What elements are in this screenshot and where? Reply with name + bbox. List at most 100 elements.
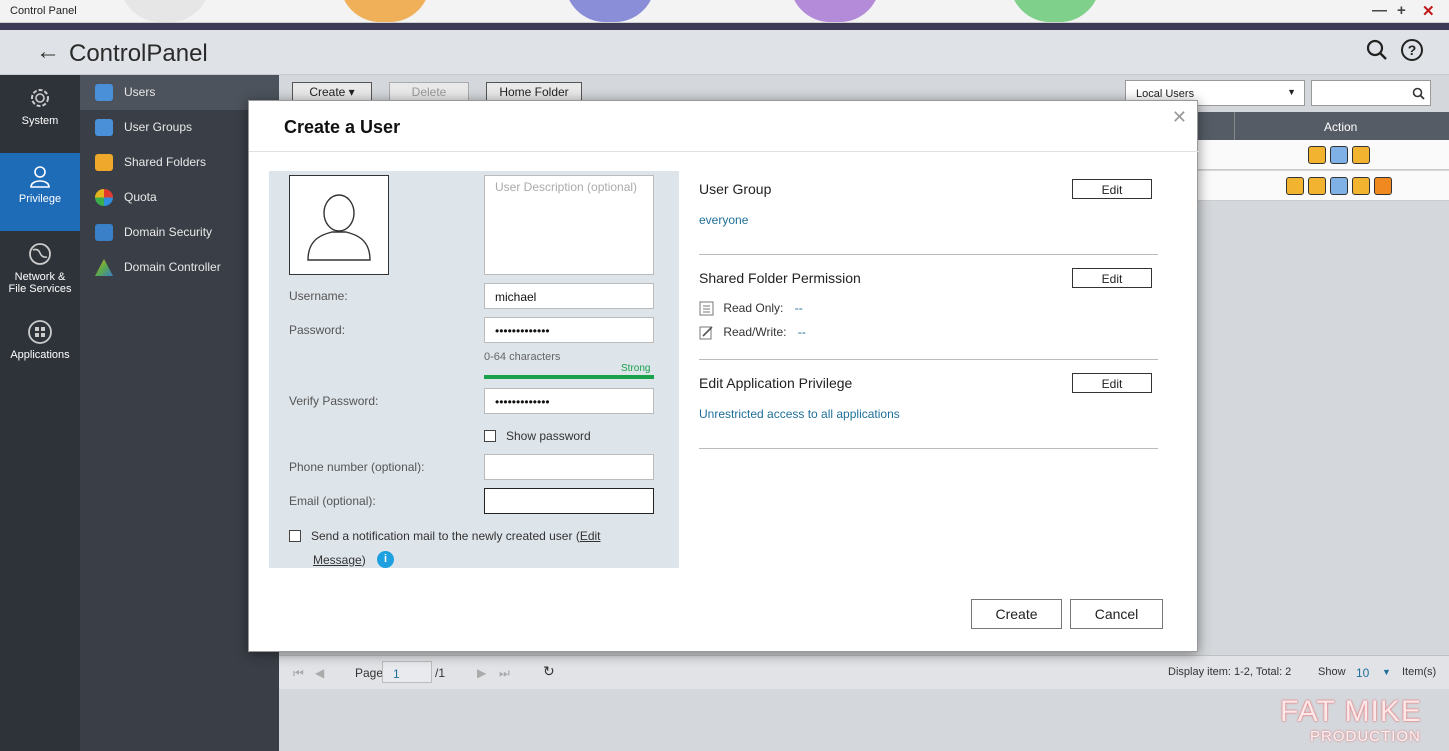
- verify-password-label: Verify Password:: [289, 394, 378, 408]
- avatar[interactable]: [289, 175, 389, 275]
- minimize-icon[interactable]: —: [1372, 2, 1387, 19]
- maximize-icon[interactable]: +: [1397, 2, 1406, 19]
- prev-page-icon[interactable]: ◀: [315, 666, 324, 680]
- notify-label: Send a notification mail to the newly cr…: [311, 529, 601, 543]
- shared-folder-edit-button[interactable]: Edit: [1072, 268, 1152, 288]
- subnav-item-label: Users: [124, 85, 155, 99]
- dock-app-bubble[interactable]: [120, 0, 210, 22]
- back-arrow-icon[interactable]: ←: [36, 38, 60, 66]
- user-description-input[interactable]: User Description (optional): [484, 175, 654, 275]
- document-icon: [699, 301, 714, 316]
- app-header: ← ControlPanel ?: [0, 30, 1449, 75]
- shared-folder-title: Shared Folder Permission: [699, 270, 861, 286]
- page-total: /1: [435, 666, 445, 680]
- show-password-label: Show password: [506, 429, 591, 443]
- edit-message-link[interactable]: Edit: [580, 529, 601, 543]
- cancel-button[interactable]: Cancel: [1070, 599, 1163, 629]
- read-write-value: --: [798, 325, 806, 339]
- sidebar-item-network[interactable]: Network &File Services: [0, 231, 80, 309]
- app-privilege-edit-button[interactable]: Edit: [1072, 373, 1152, 393]
- subnav-item-label: Quota: [124, 190, 157, 204]
- user-group-value[interactable]: everyone: [699, 213, 748, 227]
- user-type-select-value: Local Users: [1136, 88, 1194, 100]
- key-icon[interactable]: [1286, 177, 1304, 195]
- page-title: ControlPanel: [69, 40, 208, 68]
- app-privilege-icon[interactable]: [1374, 177, 1392, 195]
- read-only-value: --: [795, 301, 803, 315]
- chevron-down-icon[interactable]: ▼: [1382, 667, 1391, 677]
- phone-input[interactable]: [484, 454, 654, 480]
- table-row[interactable]: [1198, 171, 1449, 201]
- home-folder-button[interactable]: Home Folder: [486, 82, 582, 101]
- table-row[interactable]: [1198, 140, 1449, 170]
- info-icon[interactable]: i: [377, 551, 394, 568]
- close-icon[interactable]: ✕: [1422, 2, 1435, 20]
- pagination-bar: ⏮ ◀ Page 1 /1 ▶ ⏭ ↻ Display item: 1-2, T…: [279, 655, 1449, 689]
- sidebar-item-label: Privilege: [19, 193, 61, 205]
- dock-app-bubble[interactable]: [790, 0, 880, 22]
- username-input[interactable]: michael: [484, 283, 654, 309]
- help-icon[interactable]: ?: [1400, 38, 1424, 62]
- create-dropdown-button[interactable]: Create ▾: [292, 82, 372, 101]
- table-header: Action: [1198, 112, 1449, 140]
- password-input[interactable]: •••••••••••••: [484, 317, 654, 343]
- dialog-title: Create a User: [284, 117, 400, 138]
- pie-icon: [95, 189, 113, 206]
- page-number-input[interactable]: 1: [382, 661, 432, 683]
- read-only-row: Read Only: --: [699, 301, 803, 316]
- notify-label-continued: Message): [313, 553, 366, 567]
- search-icon[interactable]: [1365, 38, 1389, 62]
- action-column-header: Action: [1324, 120, 1357, 134]
- dock-app-bubble[interactable]: [565, 0, 655, 22]
- verify-password-input[interactable]: •••••••••••••: [484, 388, 654, 414]
- subnav-item-label: Shared Folders: [124, 155, 206, 169]
- sidebar-item-applications[interactable]: Applications: [0, 309, 80, 387]
- folder-icon: [95, 154, 113, 171]
- watermark-logo-subtitle: PRODUCTION: [1310, 728, 1421, 745]
- email-input[interactable]: [484, 488, 654, 514]
- sidebar-item-label: Applications: [10, 349, 69, 361]
- grid-icon: [27, 319, 53, 345]
- edit-icon[interactable]: [1308, 146, 1326, 164]
- first-page-icon[interactable]: ⏮: [293, 666, 304, 681]
- sidebar-item-privilege[interactable]: Privilege: [0, 153, 80, 231]
- page-label: Page: [355, 666, 383, 680]
- dock-app-bubble[interactable]: [340, 0, 430, 22]
- folder-permission-icon[interactable]: [1352, 146, 1370, 164]
- gear-icon: [27, 85, 53, 111]
- app-privilege-value[interactable]: Unrestricted access to all applications: [699, 407, 900, 421]
- user-icon: [27, 163, 53, 189]
- notify-checkbox[interactable]: [289, 530, 301, 542]
- read-only-label: Read Only:: [723, 301, 783, 315]
- password-label: Password:: [289, 323, 345, 337]
- sidebar-item-system[interactable]: System: [0, 75, 80, 153]
- page-size-value[interactable]: 10: [1356, 666, 1369, 680]
- domain-security-icon: [95, 224, 113, 241]
- last-page-icon[interactable]: ⏭: [499, 666, 510, 681]
- dock-app-bubble[interactable]: [1010, 0, 1100, 22]
- app-privilege-title: Edit Application Privilege: [699, 375, 852, 391]
- window-titlebar: Control Panel — + ✕: [0, 0, 1449, 23]
- user-info-panel: User Description (optional) Username: mi…: [269, 171, 679, 568]
- show-password-checkbox[interactable]: [484, 430, 496, 442]
- create-button[interactable]: Create: [971, 599, 1062, 629]
- folder-permission-icon[interactable]: [1352, 177, 1370, 195]
- user-group-edit-button[interactable]: Edit: [1072, 179, 1152, 199]
- read-write-row: Read/Write: --: [699, 325, 806, 340]
- user-search-input[interactable]: [1311, 80, 1431, 106]
- delete-button[interactable]: Delete: [389, 82, 469, 101]
- section-divider: [699, 254, 1158, 255]
- user-group-edit-icon[interactable]: [1330, 146, 1348, 164]
- accent-stripe: [0, 23, 1449, 30]
- close-icon[interactable]: ✕: [1172, 107, 1187, 128]
- chevron-down-icon: ▼: [1287, 87, 1296, 97]
- user-group-edit-icon[interactable]: [1330, 177, 1348, 195]
- user-icon: [95, 84, 113, 101]
- edit-icon[interactable]: [1308, 177, 1326, 195]
- edit-message-link[interactable]: Message: [313, 553, 362, 567]
- username-label: Username:: [289, 289, 348, 303]
- svg-text:?: ?: [1408, 42, 1417, 58]
- next-page-icon[interactable]: ▶: [477, 666, 486, 680]
- refresh-icon[interactable]: ↻: [543, 663, 555, 680]
- user-silhouette-icon: [290, 176, 388, 274]
